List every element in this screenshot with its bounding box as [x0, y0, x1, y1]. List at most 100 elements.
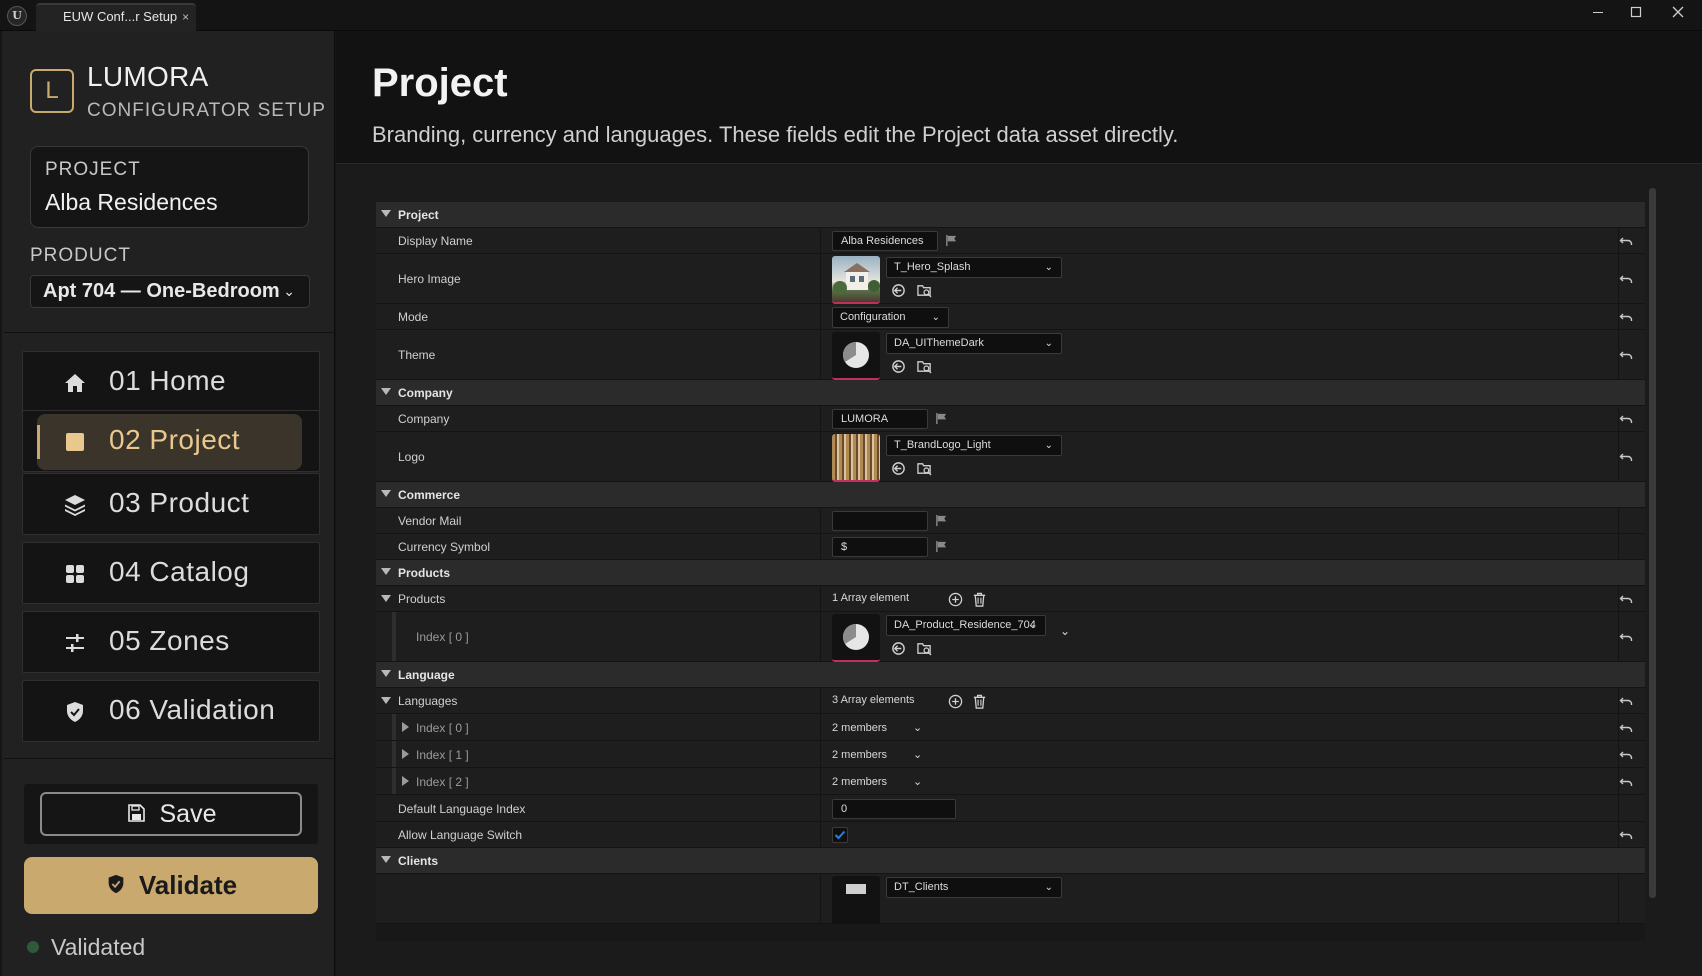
category-commerce[interactable]: Commerce: [376, 482, 1645, 508]
localization-flag-icon[interactable]: [935, 514, 948, 527]
maximize-button[interactable]: [1616, 2, 1656, 26]
property-languages-index-1: Index [ 1 ] 2 members ⌄: [376, 741, 1645, 768]
product-select[interactable]: Apt 704 — One-Bedroom ⌄: [30, 275, 310, 308]
product-asset-combo[interactable]: DA_Product_Residence_704 ⌄: [886, 615, 1046, 636]
expand-arrow-icon[interactable]: [381, 210, 391, 217]
details-scrollbar[interactable]: [1649, 188, 1656, 898]
reset-to-default-icon[interactable]: [1619, 748, 1633, 762]
product-asset-thumbnail[interactable]: [832, 614, 880, 662]
column-splitter: [820, 330, 821, 379]
theme-asset-thumbnail[interactable]: [832, 332, 880, 380]
page-header: Project Branding, currency and languages…: [336, 31, 1702, 163]
sidebar-item-product[interactable]: 03 Product: [22, 473, 320, 535]
trash-icon[interactable]: [972, 592, 987, 607]
expand-arrow-icon[interactable]: [381, 595, 391, 602]
property-currency-symbol: Currency Symbol $: [376, 534, 1645, 560]
reset-to-default-icon[interactable]: [1619, 450, 1633, 464]
column-splitter: [820, 874, 821, 923]
browse-asset-icon[interactable]: [917, 283, 932, 298]
reset-to-default-icon[interactable]: [1619, 234, 1633, 248]
expand-arrow-icon[interactable]: [402, 776, 409, 786]
use-selected-asset-icon[interactable]: [891, 359, 906, 374]
property-label: Vendor Mail: [398, 514, 462, 528]
hero-image-asset-combo[interactable]: T_Hero_Splash ⌄: [886, 257, 1062, 278]
theme-asset-combo[interactable]: DA_UIThemeDark ⌄: [886, 333, 1062, 354]
reset-to-default-icon[interactable]: [1619, 412, 1633, 426]
tab-close-icon[interactable]: ×: [182, 10, 189, 24]
tab-euw-configurator[interactable]: EUW Conf...r Setup ×: [36, 3, 196, 31]
use-selected-asset-icon[interactable]: [891, 283, 906, 298]
chevron-down-icon[interactable]: ⌄: [1060, 624, 1070, 638]
expand-arrow-icon[interactable]: [381, 388, 391, 395]
display-name-input[interactable]: Alba Residences: [832, 231, 938, 251]
category-project[interactable]: Project: [376, 202, 1645, 228]
struct-members-dropdown[interactable]: 2 members ⌄: [832, 775, 922, 788]
default-language-index-input[interactable]: 0: [832, 799, 956, 819]
expand-arrow-icon[interactable]: [381, 856, 391, 863]
sidebar-item-label: 01 Home: [109, 365, 227, 396]
save-label: Save: [159, 800, 217, 828]
save-button[interactable]: Save: [40, 792, 302, 836]
struct-members-dropdown[interactable]: 2 members ⌄: [832, 748, 922, 761]
trash-icon[interactable]: [972, 694, 987, 709]
logo-thumbnail[interactable]: [832, 434, 880, 482]
reset-to-default-icon[interactable]: [1619, 272, 1633, 286]
localization-flag-icon[interactable]: [935, 540, 948, 553]
struct-members-dropdown[interactable]: 2 members ⌄: [832, 721, 922, 734]
category-language[interactable]: Language: [376, 662, 1645, 688]
clients-table-thumbnail[interactable]: [832, 876, 880, 924]
validate-button[interactable]: Validate: [24, 857, 318, 914]
minimize-button[interactable]: [1578, 2, 1618, 26]
chevron-down-icon: ⌄: [1028, 620, 1037, 631]
sidebar-item-zones[interactable]: 05 Zones: [22, 611, 320, 673]
reset-to-default-icon[interactable]: [1619, 348, 1633, 362]
use-selected-asset-icon[interactable]: [891, 641, 906, 656]
add-element-icon[interactable]: [948, 694, 963, 709]
use-selected-asset-icon[interactable]: [891, 461, 906, 476]
reset-to-default-icon[interactable]: [1619, 828, 1633, 842]
sidebar-item-validation[interactable]: 06 Validation: [22, 680, 320, 742]
vendor-mail-input[interactable]: [832, 511, 928, 531]
allow-language-switch-checkbox[interactable]: [832, 827, 848, 843]
hero-image-thumbnail[interactable]: [832, 256, 880, 304]
chevron-down-icon: ⌄: [1044, 440, 1053, 451]
sidebar-item-catalog[interactable]: 04 Catalog: [22, 542, 320, 604]
category-clients[interactable]: Clients: [376, 848, 1645, 874]
sidebar-item-project[interactable]: 02 Project: [22, 410, 320, 472]
property-mode: Mode Configuration ⌄: [376, 304, 1645, 330]
company-input[interactable]: LUMORA: [832, 409, 928, 429]
reset-to-default-icon[interactable]: [1619, 694, 1633, 708]
category-products[interactable]: Products: [376, 560, 1645, 586]
property-hero-image: Hero Image T_Hero_Splash ⌄: [376, 254, 1645, 304]
reset-to-default-icon[interactable]: [1619, 775, 1633, 789]
currency-symbol-input[interactable]: $: [832, 537, 928, 557]
expand-arrow-icon[interactable]: [381, 568, 391, 575]
category-label: Clients: [398, 854, 439, 868]
mode-select[interactable]: Configuration ⌄: [832, 307, 949, 328]
category-company[interactable]: Company: [376, 380, 1645, 406]
reset-to-default-icon[interactable]: [1619, 310, 1633, 324]
expand-arrow-icon[interactable]: [381, 697, 391, 704]
unreal-logo-icon[interactable]: U: [7, 6, 27, 26]
property-label: Hero Image: [398, 272, 461, 286]
localization-flag-icon[interactable]: [935, 412, 948, 425]
chevron-down-icon: ⌄: [1044, 882, 1053, 893]
expand-arrow-icon[interactable]: [402, 749, 409, 759]
add-element-icon[interactable]: [948, 592, 963, 607]
sidebar-item-home[interactable]: 01 Home: [22, 351, 320, 413]
property-label: Logo: [398, 450, 425, 464]
reset-to-default-icon[interactable]: [1619, 592, 1633, 606]
logo-asset-combo[interactable]: T_BrandLogo_Light ⌄: [886, 435, 1062, 456]
browse-asset-icon[interactable]: [917, 359, 932, 374]
browse-asset-icon[interactable]: [917, 641, 932, 656]
reset-to-default-icon[interactable]: [1619, 721, 1633, 735]
expand-arrow-icon[interactable]: [381, 670, 391, 677]
clients-asset-combo[interactable]: DT_Clients ⌄: [886, 877, 1062, 898]
expand-arrow-icon[interactable]: [381, 490, 391, 497]
localization-flag-icon[interactable]: [945, 234, 958, 247]
reset-to-default-icon[interactable]: [1619, 630, 1633, 644]
expand-arrow-icon[interactable]: [402, 722, 409, 732]
grid-icon: [63, 562, 87, 586]
browse-asset-icon[interactable]: [917, 461, 932, 476]
close-window-button[interactable]: [1658, 2, 1698, 26]
